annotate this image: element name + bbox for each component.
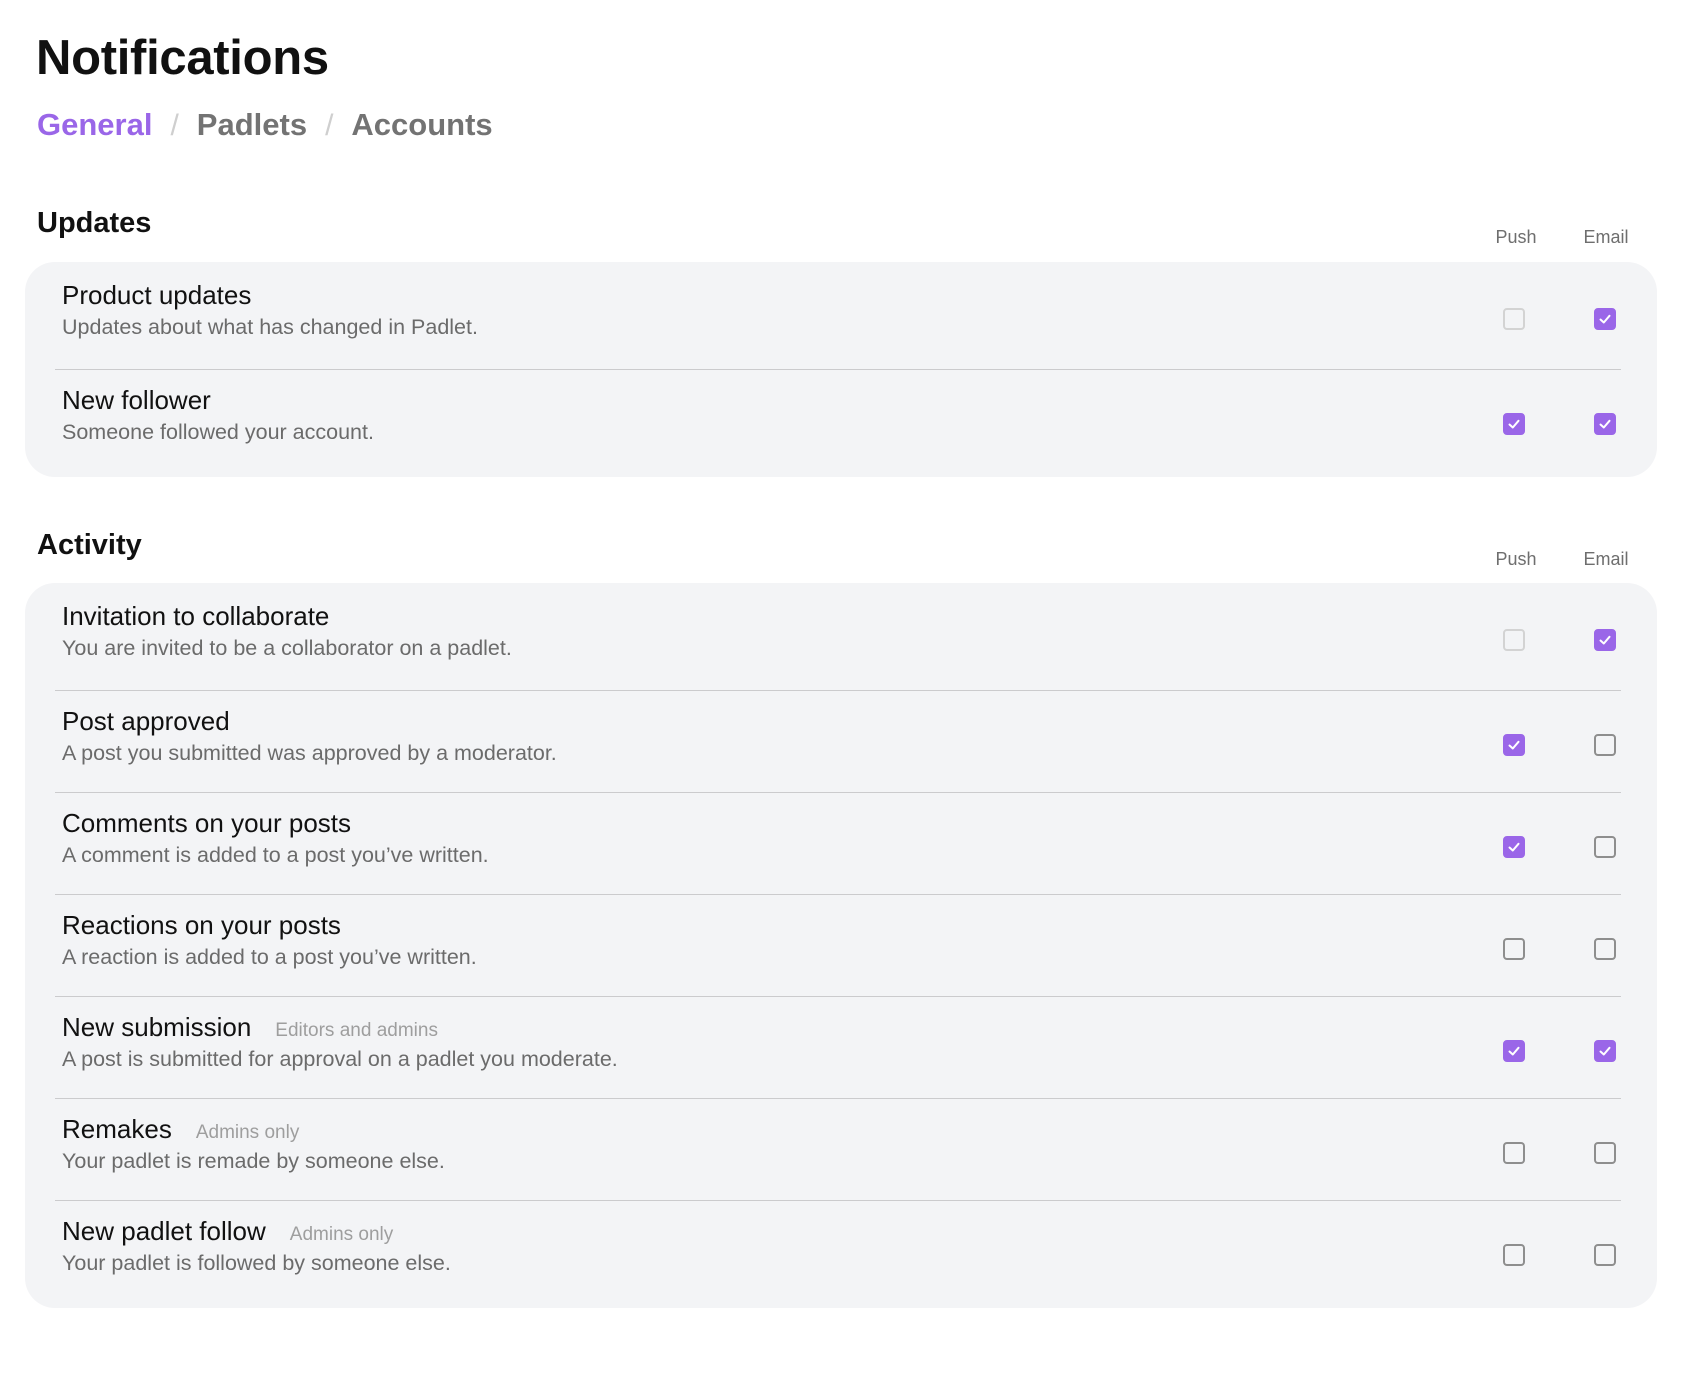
notification-row: Reactions on your posts A reaction is ad…	[55, 894, 1621, 996]
role-tag: Editors and admins	[275, 1020, 438, 1041]
checkmark-icon	[1599, 419, 1611, 429]
row-text: Product updates Updates about what has c…	[62, 279, 478, 341]
row-title-comments-on-your-posts: Comments on your posts	[62, 808, 352, 838]
push-checkbox-comments-on-your-posts[interactable]	[1503, 836, 1525, 858]
row-title-post-approved: Post approved	[62, 706, 230, 736]
notification-row: Comments on your posts A comment is adde…	[55, 792, 1621, 894]
push-column-label: Push	[1495, 227, 1537, 247]
row-description: You are invited to be a collaborator on …	[62, 636, 512, 660]
email-checkbox-new-padlet-follow[interactable]	[1594, 1244, 1616, 1266]
row-text: Invitation to collaborate You are invite…	[62, 600, 512, 662]
notification-row: Post approved A post you submitted was a…	[55, 690, 1621, 792]
tab-padlets[interactable]: Padlets	[197, 106, 307, 144]
push-checkbox-invitation-to-collaborate[interactable]	[1503, 629, 1525, 651]
push-checkbox-product-updates[interactable]	[1503, 308, 1525, 330]
row-title-invitation-to-collaborate: Invitation to collaborate	[62, 601, 330, 631]
row-title-line: Comments on your posts	[62, 807, 489, 839]
email-checkbox-product-updates[interactable]	[1594, 308, 1616, 330]
row-title-new-padlet-follow: New padlet follow	[62, 1216, 266, 1246]
push-checkbox-new-submission[interactable]	[1503, 1040, 1525, 1062]
row-title-line: New follower	[62, 384, 374, 416]
row-title-remakes: Remakes	[62, 1114, 172, 1144]
row-title-line: Reactions on your posts	[62, 909, 477, 941]
breadcrumb-separator: /	[170, 109, 179, 142]
push-checkbox-reactions-on-your-posts[interactable]	[1503, 938, 1525, 960]
email-checkbox-post-approved[interactable]	[1594, 734, 1616, 756]
breadcrumb: General / Padlets / Accounts	[37, 106, 493, 145]
checkmark-icon	[1599, 314, 1611, 324]
row-title-new-follower: New follower	[62, 385, 211, 415]
tab-general[interactable]: General	[37, 106, 152, 144]
row-title-new-submission: New submission	[62, 1012, 252, 1042]
notification-row: New padlet follow Admins only Your padle…	[55, 1200, 1621, 1302]
row-title-line: Product updates	[62, 279, 478, 311]
email-column-label: Email	[1583, 227, 1629, 247]
column-labels: Push Email	[0, 548, 1706, 570]
push-checkbox-post-approved[interactable]	[1503, 734, 1525, 756]
row-description: A post you submitted was approved by a m…	[62, 741, 557, 765]
notification-row: New follower Someone followed your accou…	[55, 369, 1621, 471]
row-description: A post is submitted for approval on a pa…	[62, 1047, 618, 1071]
email-column-label: Email	[1583, 549, 1629, 569]
push-checkbox-remakes[interactable]	[1503, 1142, 1525, 1164]
row-text: Post approved A post you submitted was a…	[62, 705, 557, 767]
email-checkbox-new-follower[interactable]	[1594, 413, 1616, 435]
row-text: Remakes Admins only Your padlet is remad…	[62, 1113, 445, 1175]
row-title-line: Remakes Admins only	[62, 1113, 445, 1145]
email-checkbox-invitation-to-collaborate[interactable]	[1594, 629, 1616, 651]
checkmark-icon	[1599, 635, 1611, 645]
row-description: A reaction is added to a post you’ve wri…	[62, 945, 477, 969]
notification-row: Product updates Updates about what has c…	[55, 267, 1621, 369]
row-title-line: New padlet follow Admins only	[62, 1215, 451, 1247]
row-title-reactions-on-your-posts: Reactions on your posts	[62, 910, 341, 940]
email-checkbox-new-submission[interactable]	[1594, 1040, 1616, 1062]
row-text: New padlet follow Admins only Your padle…	[62, 1215, 451, 1277]
row-description: Updates about what has changed in Padlet…	[62, 315, 478, 339]
push-checkbox-new-follower[interactable]	[1503, 413, 1525, 435]
row-description: Someone followed your account.	[62, 420, 374, 444]
row-title-product-updates: Product updates	[62, 280, 252, 310]
checkmark-icon	[1508, 842, 1520, 852]
notification-row: Invitation to collaborate You are invite…	[55, 588, 1621, 690]
activity-card: Invitation to collaborate You are invite…	[25, 583, 1657, 1308]
email-checkbox-remakes[interactable]	[1594, 1142, 1616, 1164]
row-text: Reactions on your posts A reaction is ad…	[62, 909, 477, 971]
updates-card: Product updates Updates about what has c…	[25, 262, 1657, 477]
row-title-line: New submission Editors and admins	[62, 1011, 618, 1043]
checkmark-icon	[1508, 1046, 1520, 1056]
push-column-label: Push	[1495, 549, 1537, 569]
row-title-line: Post approved	[62, 705, 557, 737]
checkmark-icon	[1508, 419, 1520, 429]
email-checkbox-reactions-on-your-posts[interactable]	[1594, 938, 1616, 960]
page-title: Notifications	[36, 31, 329, 85]
row-description: A comment is added to a post you’ve writ…	[62, 843, 489, 867]
role-tag: Admins only	[195, 1122, 300, 1143]
row-title-line: Invitation to collaborate	[62, 600, 512, 632]
row-text: New follower Someone followed your accou…	[62, 384, 374, 446]
row-text: New submission Editors and admins A post…	[62, 1011, 618, 1073]
role-tag: Admins only	[289, 1224, 394, 1245]
checkmark-icon	[1599, 1046, 1611, 1056]
checkmark-icon	[1508, 740, 1520, 750]
notification-row: Remakes Admins only Your padlet is remad…	[55, 1098, 1621, 1200]
email-checkbox-comments-on-your-posts[interactable]	[1594, 836, 1616, 858]
row-description: Your padlet is remade by someone else.	[62, 1149, 445, 1173]
row-text: Comments on your posts A comment is adde…	[62, 807, 489, 869]
column-labels: Push Email	[0, 226, 1706, 248]
row-description: Your padlet is followed by someone else.	[62, 1251, 451, 1275]
notification-row: New submission Editors and admins A post…	[55, 996, 1621, 1098]
push-checkbox-new-padlet-follow[interactable]	[1503, 1244, 1525, 1266]
tab-accounts[interactable]: Accounts	[351, 106, 492, 144]
notifications-page: Notifications General / Padlets / Accoun…	[0, 0, 1706, 1390]
breadcrumb-separator: /	[325, 109, 334, 142]
